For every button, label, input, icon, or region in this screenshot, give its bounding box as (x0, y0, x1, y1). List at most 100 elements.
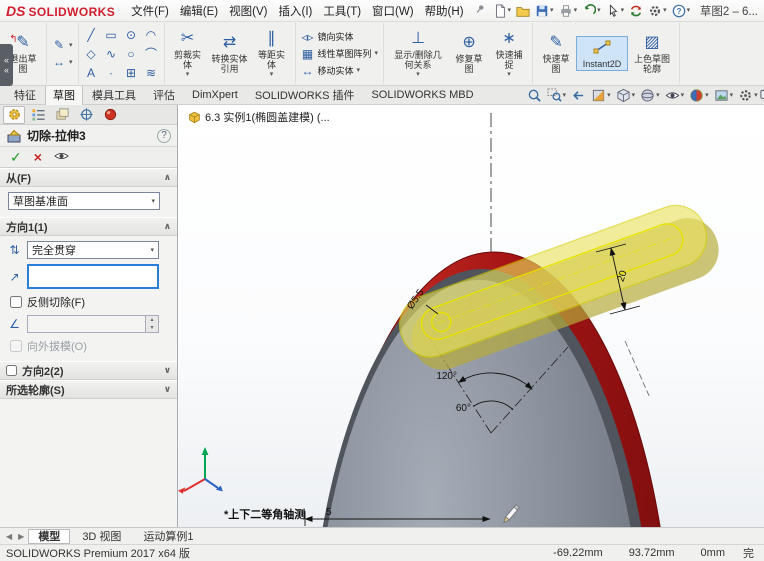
preview-eye-button[interactable] (54, 150, 69, 165)
section-direction1-header[interactable]: 方向1(1) ∧ (0, 217, 177, 236)
dropdown-caret: ▾ (705, 91, 709, 99)
panel-flyout-tab[interactable]: « « (0, 44, 13, 86)
dim-5[interactable]: 5 (326, 507, 332, 518)
tab-solidworks-mbd[interactable]: SOLIDWORKS MBD (363, 86, 481, 105)
apply-scene-button[interactable]: ▾ (714, 88, 733, 103)
linear-sketch-pattern-button[interactable]: ▦ 线性草图阵列 ▾ (299, 46, 381, 62)
undo-button[interactable]: ▾ (580, 2, 603, 20)
tab-solidworks-addins[interactable]: SOLIDWORKS 插件 (247, 84, 363, 107)
shaded-sketch-contours-button[interactable]: ▨ 上色草图轮廓 (628, 31, 676, 76)
save-button[interactable]: ▾ (533, 2, 556, 20)
pm-help-icon[interactable]: ? (157, 128, 171, 143)
ellipse-tool-button[interactable]: ○ (122, 45, 141, 63)
section-from-header[interactable]: 从(F) ∧ (0, 168, 177, 187)
tab-motion-study[interactable]: 运动算例1 (133, 529, 203, 544)
spin-down-icon[interactable]: ▾ (146, 324, 158, 332)
draft-outward-checkbox[interactable] (10, 340, 22, 352)
spin-up-icon[interactable]: ▴ (146, 316, 158, 324)
tab-3d-views[interactable]: 3D 视图 (72, 529, 131, 544)
new-document-button[interactable]: ▾ (491, 2, 514, 20)
convert-entities-button[interactable]: ⇄ 转换实体引用 (208, 31, 252, 76)
fullscreen-button[interactable]: ▾ (759, 88, 764, 103)
chevron-down-icon: ∨ (163, 365, 171, 375)
reverse-direction-icon[interactable]: ⇅ (6, 243, 23, 257)
tab-sketch[interactable]: 草图 (45, 83, 83, 107)
text-tool-button[interactable]: A (82, 64, 101, 82)
display-style-button[interactable]: ▾ (640, 88, 660, 103)
dim-angle-60[interactable]: 60° (456, 403, 471, 414)
options-button[interactable]: ▾ (646, 2, 669, 20)
draft-angle-input[interactable]: ▴ ▾ (27, 315, 159, 333)
tab-scroll-left-icon[interactable]: ◀ (4, 532, 14, 541)
tab-dimxpert[interactable]: DimXpert (184, 86, 246, 105)
3d-model-scene[interactable]: 120° 60° 20 Ø5.5 5 (178, 105, 764, 527)
menu-pin-icon[interactable] (474, 3, 486, 18)
tab-features[interactable]: 特征 (6, 84, 44, 107)
direction-reference-box[interactable] (27, 264, 159, 289)
zoom-fit-button[interactable] (527, 88, 542, 103)
tab-model[interactable]: 模型 (28, 528, 71, 544)
graphics-viewport[interactable]: 6.3 实例1(椭圆盖建模) (... 120° 60° 20 Ø5.5 5 *… (178, 105, 764, 527)
display-manager-tab[interactable] (99, 106, 121, 124)
circle-tool-button[interactable]: ⊙ (122, 26, 141, 44)
tab-mold-tools[interactable]: 模具工具 (84, 84, 144, 107)
tab-scroll-right-icon[interactable]: ▶ (16, 532, 26, 541)
quick-snaps-button[interactable]: ∗ 快速捕捉 ▾ (489, 27, 529, 80)
section-selected-contours-header[interactable]: 所选轮廓(S) ∨ (0, 380, 177, 399)
menu-view[interactable]: 视图(V) (224, 1, 272, 21)
flip-side-checkbox[interactable] (10, 296, 22, 308)
equation-curve-tool-button[interactable]: ≋ (142, 64, 161, 82)
section-direction2-header[interactable]: 方向2(2) ∨ (0, 361, 177, 380)
configuration-manager-tab[interactable] (51, 106, 73, 124)
previous-view-button[interactable] (571, 88, 586, 103)
move-entities-button[interactable]: ↔ 移动实体 ▾ (299, 63, 381, 79)
dim-angle-120[interactable]: 120° (436, 371, 457, 382)
menu-edit[interactable]: 编辑(E) (175, 1, 223, 21)
property-manager-tab[interactable] (3, 105, 25, 124)
command-tab-strip: 特征 草图 模具工具 评估 DimXpert SOLIDWORKS 插件 SOL… (0, 83, 764, 107)
tab-evaluate[interactable]: 评估 (145, 84, 183, 107)
rapid-sketch-button[interactable]: ✎ 快速草图 (536, 31, 576, 76)
edit-appearance-button[interactable]: ▾ (689, 88, 709, 103)
ok-button[interactable]: ✓ (10, 149, 22, 166)
menu-file[interactable]: 文件(F) (126, 1, 174, 21)
view-settings-button[interactable]: ▾ (738, 88, 758, 103)
polygon-tool-button[interactable]: ◇ (82, 45, 101, 63)
mirror-entities-button[interactable]: ◃▹ 镜向实体 (299, 29, 381, 45)
trim-entities-button[interactable]: ✂ 剪裁实体 ▾ (168, 27, 208, 80)
start-condition-select[interactable]: 草图基准面 ▾ (8, 192, 160, 210)
point-tool-button[interactable]: ∙ (102, 64, 121, 82)
help-button[interactable]: ? ▾ (670, 2, 693, 20)
zoom-area-button[interactable]: ▾ (547, 87, 566, 103)
plane-tool-button[interactable]: ⊞ (122, 64, 141, 82)
rebuild-button[interactable] (627, 2, 645, 20)
spline-tool-button[interactable]: ∿ (102, 45, 121, 63)
sketch-button[interactable]: ✎ ▾ (50, 37, 75, 53)
open-button[interactable] (514, 2, 532, 20)
menu-tools[interactable]: 工具(T) (318, 1, 366, 21)
print-button[interactable]: ▾ (557, 2, 580, 20)
smart-dimension-button[interactable]: ↔ ▾ (50, 54, 75, 70)
cancel-button[interactable]: × (34, 149, 42, 165)
select-button[interactable]: ▾ (604, 2, 627, 20)
menu-help[interactable]: 帮助(H) (420, 1, 469, 21)
logo-mark: DS (6, 2, 26, 19)
menu-window[interactable]: 窗口(W) (367, 1, 419, 21)
menu-insert[interactable]: 插入(I) (274, 1, 318, 21)
hide-show-items-button[interactable]: ▾ (665, 88, 684, 103)
view-orientation-button[interactable]: ▾ (616, 88, 635, 103)
end-condition-select[interactable]: 完全贯穿 ▾ (27, 241, 159, 259)
display-delete-relations-button[interactable]: ⊥ 显示/删除几何关系 ▾ (387, 27, 449, 80)
instant2d-button[interactable]: Instant2D (576, 36, 629, 71)
direction2-checkbox[interactable] (6, 365, 17, 376)
line-tool-button[interactable]: ╱ (82, 26, 101, 44)
fillet-tool-button[interactable]: ⌒ (142, 45, 161, 63)
rectangle-tool-button[interactable]: ▭ (102, 26, 121, 44)
dimxpert-manager-tab[interactable] (75, 106, 97, 124)
section-view-button[interactable]: ▾ (591, 88, 611, 103)
feature-manager-tab[interactable] (27, 106, 49, 124)
arc-tool-button[interactable]: ◠ (142, 26, 161, 44)
dropdown-caret: ▾ (754, 91, 758, 99)
offset-entities-button[interactable]: ∥ 等距实体 ▾ (252, 27, 292, 80)
repair-sketch-button[interactable]: ⊕ 修复草图 (449, 31, 489, 76)
